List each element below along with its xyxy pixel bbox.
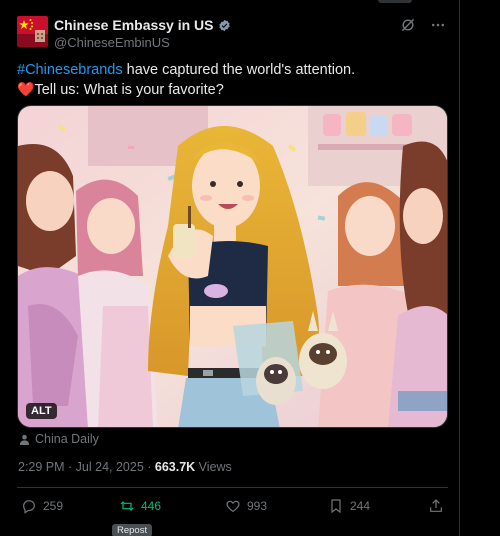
views-label: Views: [195, 460, 232, 474]
share-icon: [430, 499, 442, 512]
repost-count: 446: [141, 499, 162, 513]
hashtag-link[interactable]: #Chinesebrands: [17, 62, 123, 78]
bookmark-button[interactable]: 244: [328, 498, 370, 514]
person-icon: [19, 434, 30, 445]
display-name[interactable]: Chinese Embassy in US: [54, 17, 214, 33]
verified-badge-icon[interactable]: [218, 19, 231, 32]
heart-emoji-icon: ❤️: [17, 81, 35, 97]
reply-button[interactable]: 259: [21, 498, 63, 514]
like-count: 993: [247, 499, 268, 513]
reply-count: 259: [43, 499, 64, 513]
tweet-text: #Chinesebrands have captured the world's…: [17, 61, 447, 100]
media-source[interactable]: China Daily: [19, 432, 99, 446]
share-button[interactable]: [428, 498, 444, 514]
repost-button[interactable]: 446: [119, 498, 161, 514]
tweet-header: Chinese Embassy in US @ChineseEmbinUS: [17, 16, 447, 50]
like-button[interactable]: 993: [225, 498, 267, 514]
media-image[interactable]: ALT: [17, 105, 448, 428]
column-border: [459, 0, 460, 536]
author-names: Chinese Embassy in US @ChineseEmbinUS: [54, 17, 231, 50]
heart-icon: [226, 500, 240, 513]
meta-separator-2: ·: [143, 460, 155, 474]
tweet-meta: 2:29 PM · Jul 24, 2025 · 663.7K Views: [18, 460, 232, 474]
more-icon[interactable]: [429, 16, 447, 34]
display-name-row: Chinese Embassy in US: [54, 17, 231, 33]
alt-badge[interactable]: ALT: [26, 403, 57, 419]
source-label: China Daily: [35, 432, 99, 446]
reply-icon: [23, 500, 35, 514]
tweet: Chinese Embassy in US @ChineseEmbinUS #C…: [0, 0, 459, 536]
author-handle[interactable]: @ChineseEmbinUS: [54, 35, 231, 50]
bookmark-count: 244: [350, 499, 371, 513]
repost-tooltip: Repost: [112, 524, 153, 536]
meta-separator: ·: [64, 460, 76, 474]
illustration: [18, 106, 447, 427]
tweet-line-2: ❤️Tell us: What is your favorite?: [17, 80, 447, 100]
post-time[interactable]: 2:29 PM: [18, 460, 65, 474]
repost-icon: [120, 501, 134, 511]
header-actions: [399, 16, 447, 34]
tweet-line-2-text: Tell us: What is your favorite?: [34, 82, 224, 98]
avatar[interactable]: [17, 16, 48, 47]
divider-top: [17, 487, 448, 488]
action-bar: 259 446 993 244: [17, 498, 448, 518]
bookmark-icon: [331, 499, 341, 514]
grok-icon[interactable]: [399, 16, 417, 34]
views-count: 663.7K: [154, 460, 196, 474]
tweet-line-1-text: have captured the world's attention.: [122, 62, 356, 78]
post-date[interactable]: Jul 24, 2025: [76, 460, 144, 474]
tweet-line-1: #Chinesebrands have captured the world's…: [17, 61, 447, 80]
